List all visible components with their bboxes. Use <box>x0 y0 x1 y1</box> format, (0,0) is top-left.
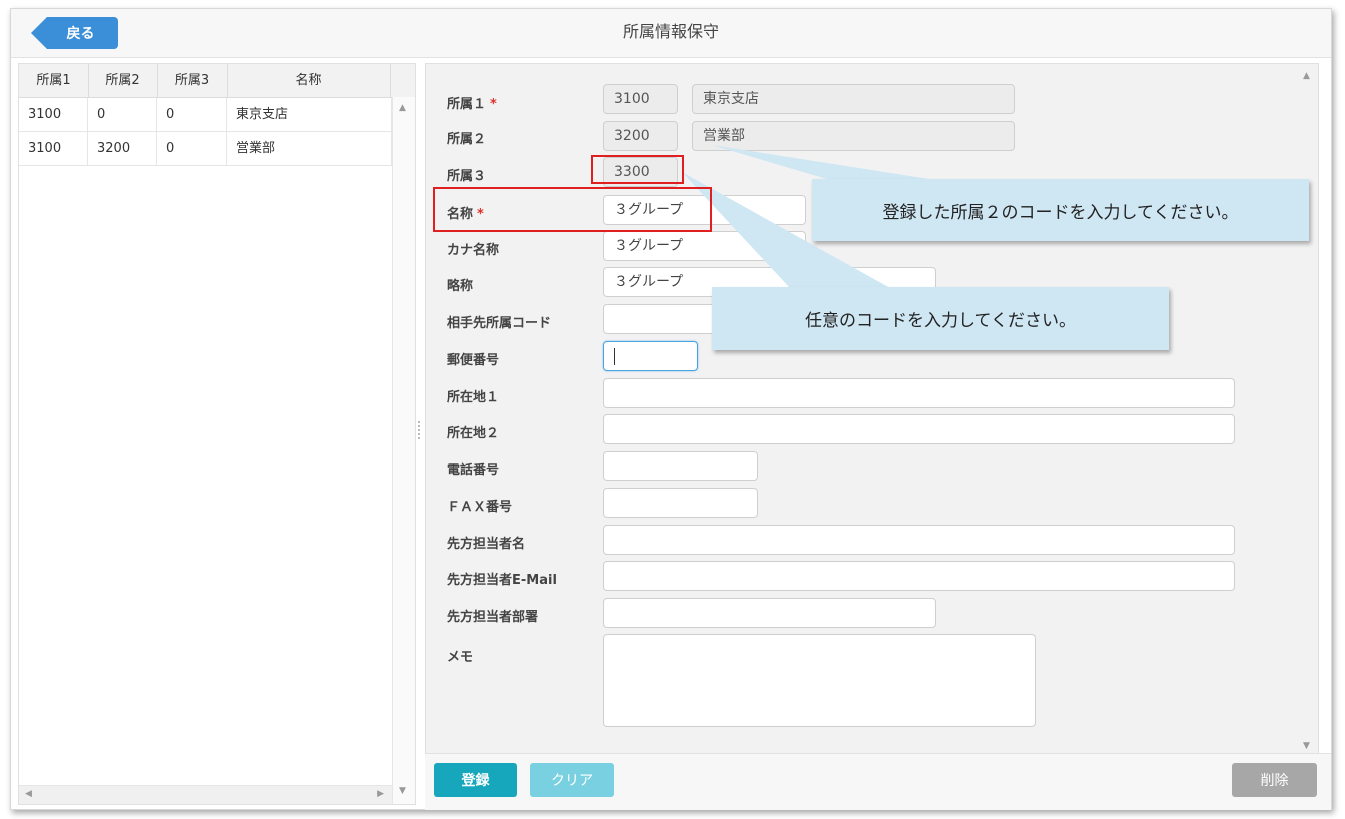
callout-pointer-1 <box>712 145 935 180</box>
callout-pointers <box>682 145 935 288</box>
highlight-name-box <box>433 187 712 232</box>
callout-shozoku2-code: 登録した所属２のコードを入力してください。 <box>812 179 1309 241</box>
highlight-shozoku3-box <box>591 155 684 184</box>
callout-arbitrary-code: 任意のコードを入力してください。 <box>712 287 1169 350</box>
